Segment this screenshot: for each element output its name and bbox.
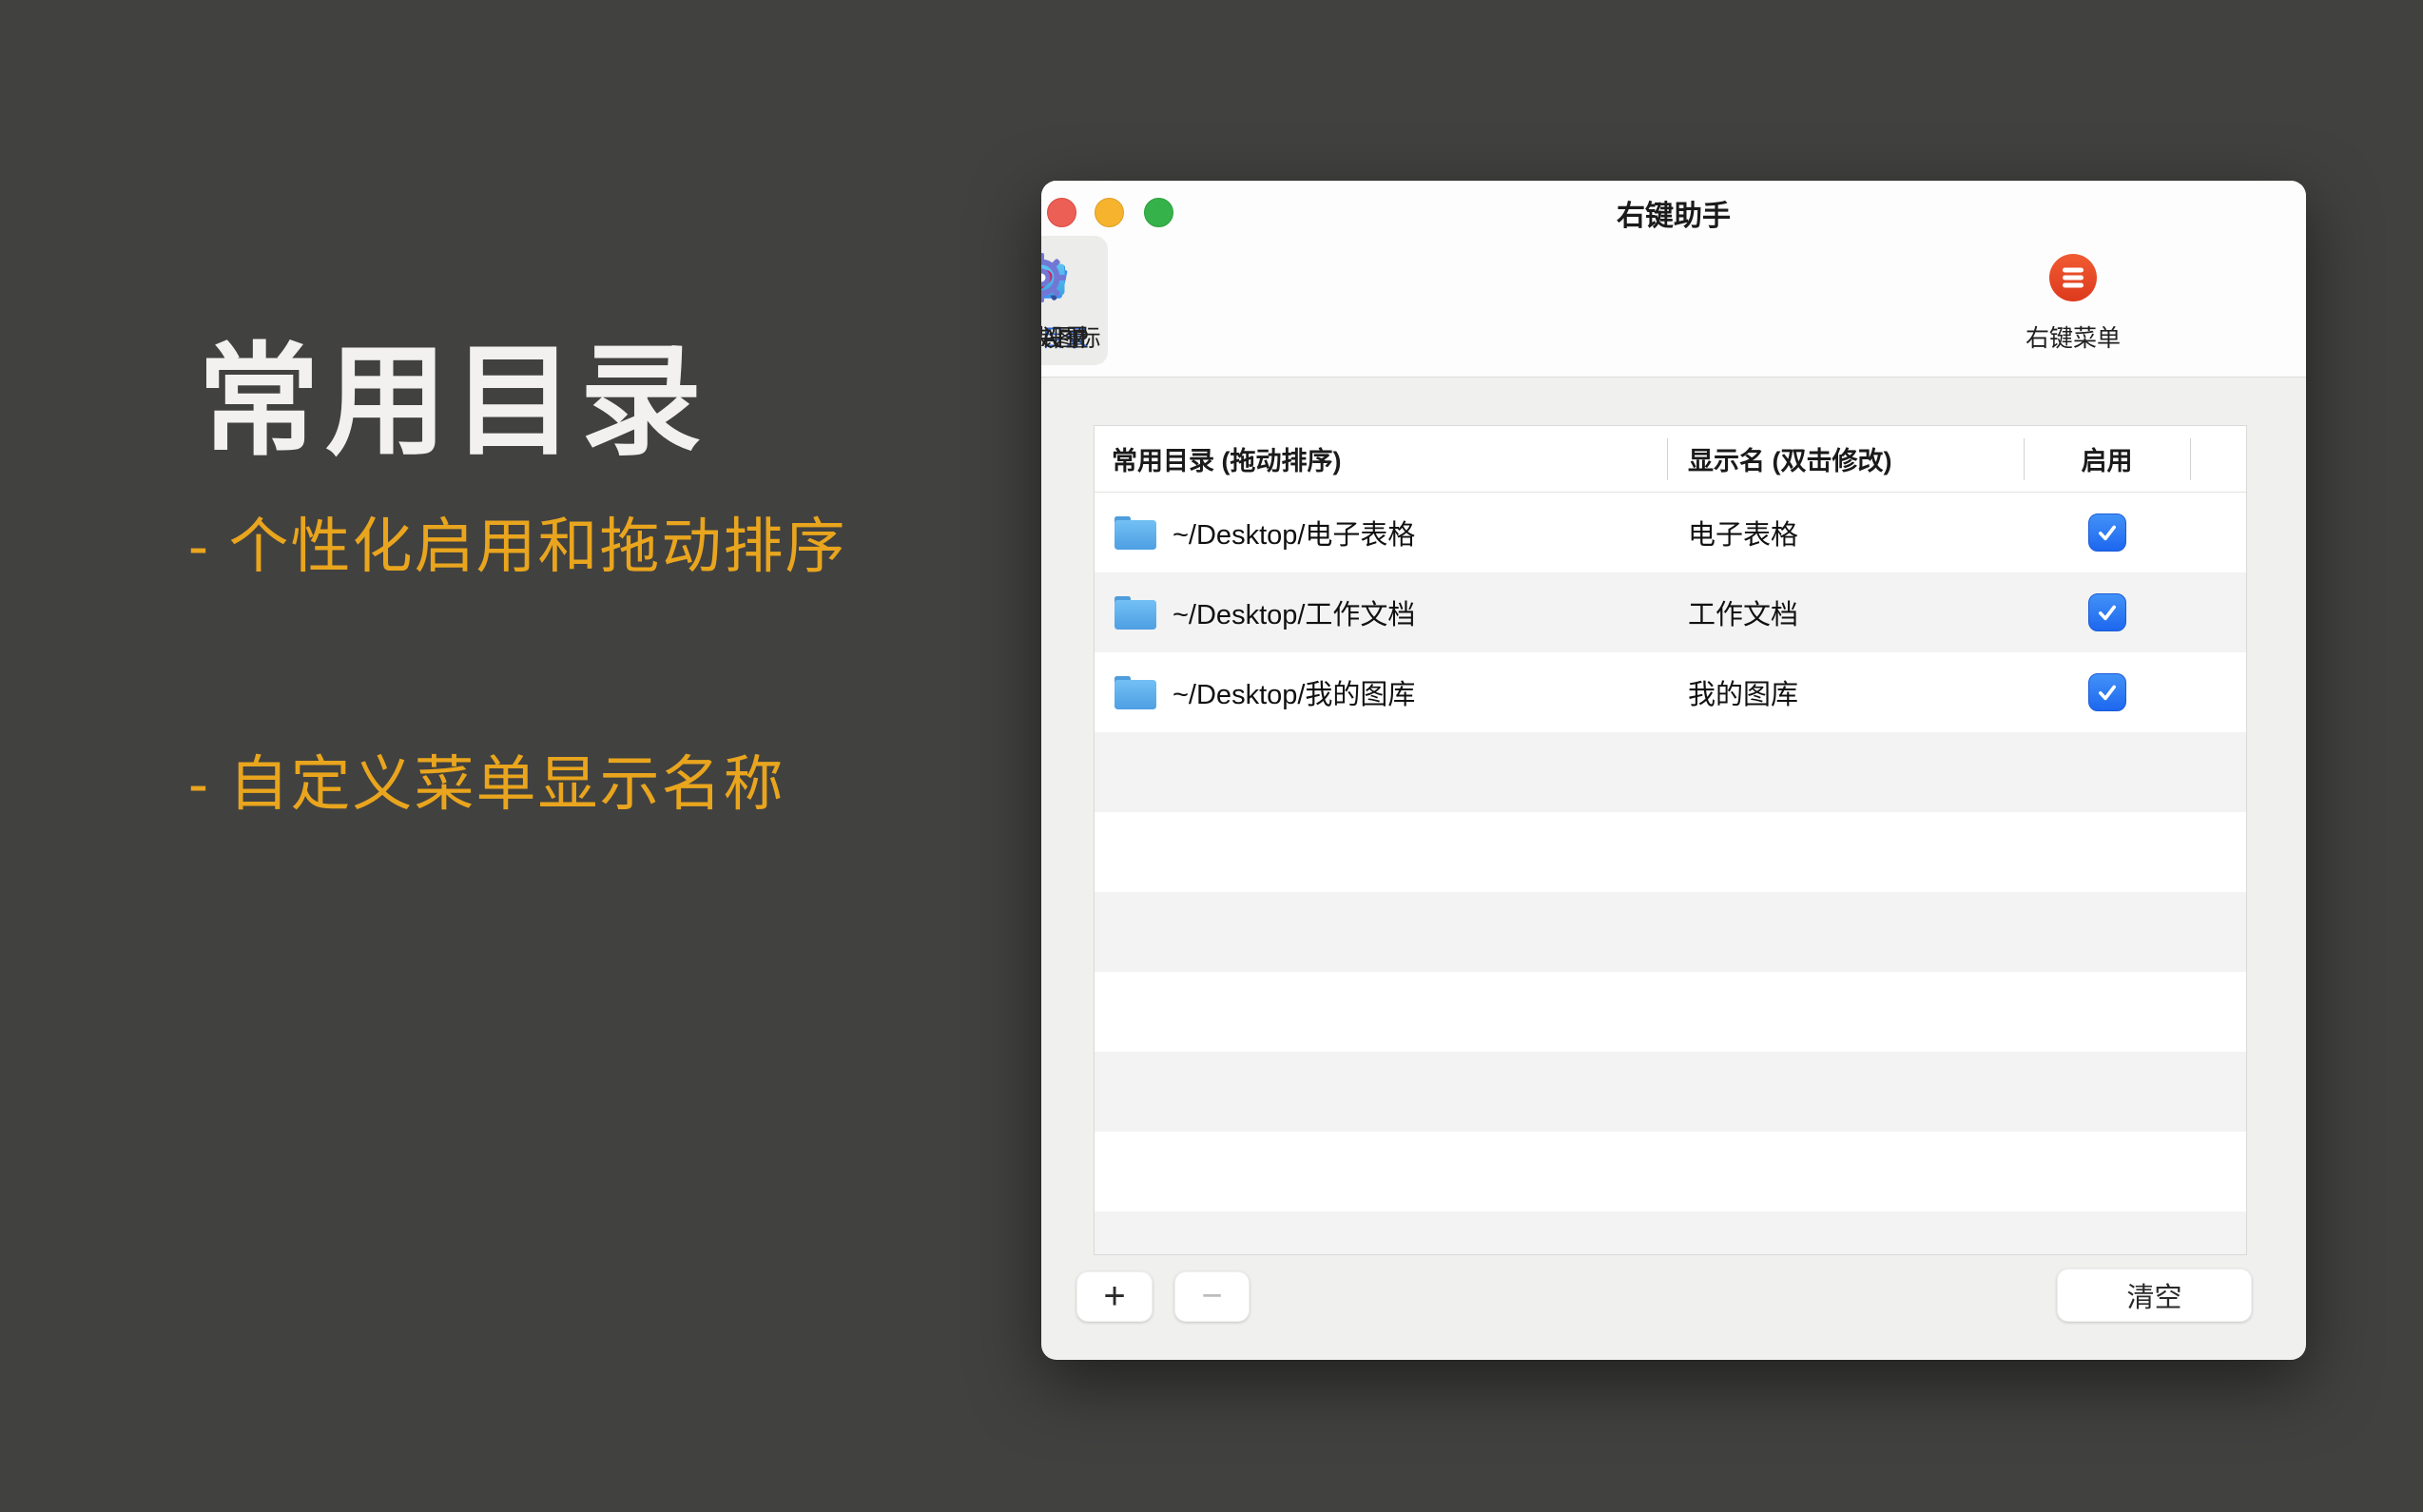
column-divider xyxy=(2190,438,2191,480)
check-icon xyxy=(2092,677,2123,708)
table-row[interactable]: ~/Desktop/我的图库 我的图库 xyxy=(1095,652,2246,732)
display-name[interactable]: 我的图库 xyxy=(1688,680,1798,710)
tab-right-click-menu[interactable]: 右键菜单 xyxy=(2006,236,2140,365)
app-window: 右键助手 右键菜单 新建文件 常用目录 xyxy=(1041,181,2306,1360)
empty-row xyxy=(1095,1212,2246,1255)
folder-icon xyxy=(1112,672,1159,712)
column-divider xyxy=(2024,438,2025,480)
display-name[interactable]: 电子表格 xyxy=(1688,520,1798,551)
tab-preferences[interactable]: 偏好设置 xyxy=(1041,236,1108,365)
column-header-enabled: 启用 xyxy=(2024,440,2190,477)
directory-path: ~/Desktop/电子表格 xyxy=(1173,513,1415,552)
empty-row xyxy=(1095,1132,2246,1212)
empty-row xyxy=(1095,892,2246,972)
directory-path: ~/Desktop/工作文档 xyxy=(1173,592,1415,632)
display-name[interactable]: 工作文档 xyxy=(1688,600,1798,630)
enabled-checkbox[interactable] xyxy=(2088,673,2126,711)
menu-list-icon xyxy=(2043,247,2103,308)
directory-path: ~/Desktop/我的图库 xyxy=(1173,672,1415,712)
table-row[interactable]: ~/Desktop/电子表格 电子表格 xyxy=(1095,493,2246,572)
column-header-display-name: 显示名 (双击修改) xyxy=(1667,440,2024,477)
feature-bullet-1: - 个性化启用和拖动排序 xyxy=(188,498,846,585)
empty-row xyxy=(1095,972,2246,1052)
empty-row xyxy=(1095,732,2246,812)
check-icon xyxy=(2092,597,2123,628)
directories-table: 常用目录 (拖动排序) 显示名 (双击修改) 启用 ~/Desktop/电子表格… xyxy=(1094,425,2247,1255)
column-divider xyxy=(1667,438,1668,480)
clear-button[interactable]: 清空 xyxy=(2057,1269,2252,1322)
tab-label: 偏好设置 xyxy=(1041,320,1089,354)
check-icon xyxy=(2092,517,2123,548)
folder-icon xyxy=(1112,592,1159,632)
remove-button[interactable]: − xyxy=(1174,1271,1250,1322)
empty-row xyxy=(1095,1052,2246,1132)
tab-label: 右键菜单 xyxy=(2026,320,2121,354)
enabled-checkbox[interactable] xyxy=(2088,593,2126,631)
column-header-path: 常用目录 (拖动排序) xyxy=(1095,440,1667,477)
enabled-checkbox[interactable] xyxy=(2088,514,2126,552)
window-title: 右键助手 xyxy=(1041,196,2306,238)
table-row[interactable]: ~/Desktop/工作文档 工作文档 xyxy=(1095,572,2246,652)
page-title: 常用目录 xyxy=(198,302,708,478)
table-header: 常用目录 (拖动排序) 显示名 (双击修改) 启用 xyxy=(1095,426,2246,493)
folder-icon xyxy=(1112,513,1159,552)
feature-bullet-2: - 自定义菜单显示名称 xyxy=(188,736,785,823)
add-button[interactable]: + xyxy=(1076,1271,1153,1322)
gear-icon xyxy=(1041,247,1072,308)
empty-row xyxy=(1095,812,2246,892)
